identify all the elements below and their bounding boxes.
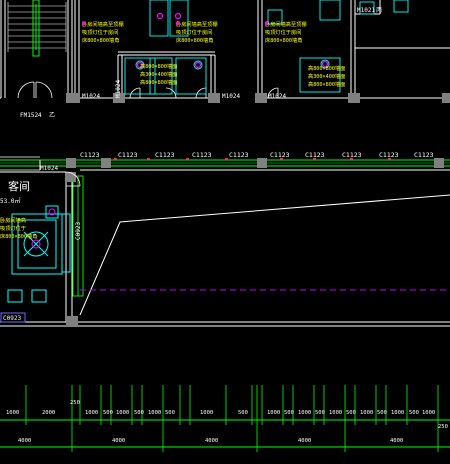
window-label-8: C1123 — [342, 151, 362, 159]
dim-19: 500 — [377, 410, 387, 416]
door-label-3: M1024 — [222, 93, 240, 100]
door-label-2: M1024 — [115, 80, 122, 98]
dim-6: 1000 — [116, 410, 129, 416]
note-8: 吸顶灯位于房间 — [265, 28, 301, 36]
window-label-2: C1123 — [118, 151, 138, 159]
note-3: 床800×800墙角 — [82, 36, 119, 44]
note-1: 卧房间墙高至顶棚 — [82, 20, 124, 28]
dim-3: 250 — [70, 400, 80, 406]
dim-16: 1000 — [329, 410, 342, 416]
room-name: 客间 — [8, 179, 30, 193]
room-note-3: 床800×800墙角 — [0, 232, 37, 240]
dim-1: 1000 — [6, 410, 19, 416]
dim-9: 500 — [165, 410, 175, 416]
note-12: 高800×800墙面 — [140, 78, 177, 86]
note-2: 吸顶灯位于房间 — [82, 28, 118, 36]
door-label-fm1524: FM1524 — [20, 112, 42, 119]
note-10: 高800×800墙面 — [140, 62, 177, 70]
dim-lower-4: 4000 — [298, 438, 311, 444]
dim-20: 1000 — [391, 410, 404, 416]
door-label-1: M1024 — [82, 93, 100, 100]
selected-label-text: C0923 — [3, 315, 21, 322]
dim-7: 500 — [134, 410, 144, 416]
dim-lower-3: 4000 — [205, 438, 218, 444]
window-label-1: C1123 — [80, 151, 100, 159]
note-11: 高300×400墙面 — [140, 70, 177, 78]
room-code-right: M1021 — [357, 7, 375, 14]
dim-14: 1000 — [298, 410, 311, 416]
dim-lower-5: 4000 — [390, 438, 403, 444]
dim-lower-1: 4000 — [18, 438, 31, 444]
window-label-3: C1123 — [155, 151, 175, 159]
selected-label-box[interactable]: C0923 — [0, 312, 26, 323]
note-9: 床800×800墙角 — [265, 36, 302, 44]
window-label-10: C1123 — [414, 151, 434, 159]
dim-2: 2000 — [42, 410, 55, 416]
note-6: 床800×800墙角 — [176, 36, 213, 44]
note-4: 卧房间墙高至顶棚 — [176, 20, 218, 28]
room-area: 53.0㎡ — [0, 197, 20, 205]
dim-11: 500 — [238, 410, 248, 416]
room-note-2: 吸顶灯位于 — [0, 224, 26, 232]
dim-21: 500 — [409, 410, 419, 416]
dim-18: 1000 — [360, 410, 373, 416]
note-13: 高800×800墙面 — [308, 64, 345, 72]
room-door-label: M1024 — [40, 165, 58, 172]
dim-15: 500 — [315, 410, 325, 416]
note-15: 高800×800墙面 — [308, 80, 345, 88]
window-label-5: C1123 — [229, 151, 249, 159]
room-side-window-label: C0923 — [75, 222, 82, 240]
dim-13: 500 — [284, 410, 294, 416]
door-label-4: M1024 — [268, 93, 286, 100]
cad-drawing-canvas[interactable]: 卧房间墙高至顶棚 吸顶灯位于房间 床800×800墙角 卧房间墙高至顶棚 吸顶灯… — [0, 0, 450, 464]
window-label-4: C1123 — [192, 151, 212, 159]
dim-10: 1000 — [200, 410, 213, 416]
dim-12: 1000 — [267, 410, 280, 416]
dim-8: 1000 — [148, 410, 161, 416]
window-label-7: C1123 — [305, 151, 325, 159]
note-14: 高300×400墙面 — [308, 72, 345, 80]
dim-right-end: 250 — [438, 424, 448, 430]
dim-lower-2: 4000 — [112, 438, 125, 444]
dim-5: 500 — [103, 410, 113, 416]
zone-label-yi: 乙 — [49, 112, 55, 119]
room-note-1: 卧房间墙高 — [0, 216, 26, 224]
window-label-6: C1123 — [270, 151, 290, 159]
note-7: 卧房间墙高至顶棚 — [265, 20, 307, 28]
dim-22: 1000 — [422, 410, 435, 416]
room-tag-right: 丙 — [376, 7, 382, 14]
note-5: 吸顶灯位于房间 — [176, 28, 212, 36]
window-label-9: C1123 — [379, 151, 399, 159]
dim-4: 1000 — [85, 410, 98, 416]
dim-17: 500 — [346, 410, 356, 416]
